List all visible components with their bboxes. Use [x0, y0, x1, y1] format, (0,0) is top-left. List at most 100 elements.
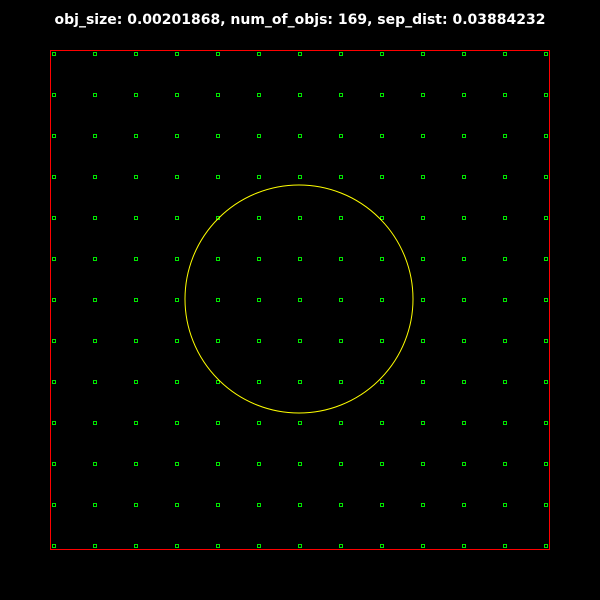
object-marker	[380, 544, 384, 548]
object-marker	[462, 52, 466, 56]
object-marker	[421, 421, 425, 425]
object-marker	[339, 175, 343, 179]
object-marker	[257, 93, 261, 97]
object-marker	[380, 52, 384, 56]
object-marker	[380, 462, 384, 466]
object-marker	[462, 216, 466, 220]
object-grid	[52, 52, 548, 548]
object-marker	[503, 462, 507, 466]
object-marker	[257, 421, 261, 425]
object-marker	[503, 503, 507, 507]
object-marker	[421, 257, 425, 261]
object-marker	[52, 380, 56, 384]
object-marker	[175, 175, 179, 179]
object-marker	[93, 175, 97, 179]
object-marker	[93, 134, 97, 138]
object-marker	[93, 298, 97, 302]
object-marker	[421, 298, 425, 302]
object-marker	[175, 339, 179, 343]
object-marker	[52, 544, 56, 548]
object-marker	[52, 175, 56, 179]
object-marker	[298, 421, 302, 425]
object-marker	[544, 257, 548, 261]
object-marker	[544, 380, 548, 384]
object-marker	[503, 52, 507, 56]
object-marker	[544, 134, 548, 138]
object-marker	[544, 52, 548, 56]
object-marker	[175, 421, 179, 425]
object-marker	[298, 503, 302, 507]
object-marker	[134, 421, 138, 425]
object-marker	[380, 503, 384, 507]
object-marker	[298, 257, 302, 261]
object-marker	[298, 93, 302, 97]
object-marker	[175, 298, 179, 302]
object-marker	[339, 503, 343, 507]
object-marker	[93, 462, 97, 466]
object-marker	[134, 93, 138, 97]
object-marker	[421, 380, 425, 384]
object-marker	[462, 134, 466, 138]
object-marker	[93, 503, 97, 507]
object-marker	[544, 216, 548, 220]
object-marker	[93, 93, 97, 97]
object-marker	[339, 52, 343, 56]
object-marker	[462, 544, 466, 548]
object-marker	[257, 380, 261, 384]
object-marker	[134, 503, 138, 507]
object-marker	[134, 175, 138, 179]
object-marker	[216, 52, 220, 56]
object-marker	[257, 175, 261, 179]
object-marker	[93, 257, 97, 261]
object-marker	[298, 339, 302, 343]
object-marker	[421, 462, 425, 466]
object-marker	[503, 257, 507, 261]
object-marker	[93, 339, 97, 343]
object-marker	[339, 380, 343, 384]
object-marker	[339, 257, 343, 261]
object-marker	[544, 175, 548, 179]
object-marker	[380, 339, 384, 343]
object-marker	[462, 421, 466, 425]
object-marker	[93, 52, 97, 56]
object-marker	[421, 52, 425, 56]
object-marker	[216, 544, 220, 548]
object-marker	[462, 298, 466, 302]
object-marker	[216, 257, 220, 261]
object-marker	[93, 216, 97, 220]
object-marker	[503, 93, 507, 97]
object-marker	[544, 462, 548, 466]
object-marker	[339, 462, 343, 466]
object-marker	[175, 134, 179, 138]
object-marker	[421, 216, 425, 220]
object-marker	[257, 298, 261, 302]
object-marker	[380, 134, 384, 138]
object-marker	[462, 339, 466, 343]
object-marker	[339, 544, 343, 548]
object-marker	[503, 298, 507, 302]
object-marker	[52, 52, 56, 56]
object-marker	[462, 380, 466, 384]
object-marker	[421, 544, 425, 548]
object-marker	[544, 544, 548, 548]
object-marker	[175, 52, 179, 56]
object-marker	[380, 175, 384, 179]
object-marker	[175, 93, 179, 97]
object-marker	[52, 462, 56, 466]
object-marker	[421, 134, 425, 138]
object-marker	[380, 93, 384, 97]
object-marker	[216, 93, 220, 97]
object-marker	[52, 93, 56, 97]
object-marker	[339, 93, 343, 97]
object-marker	[380, 380, 384, 384]
object-marker	[503, 421, 507, 425]
object-marker	[298, 175, 302, 179]
object-marker	[339, 339, 343, 343]
object-marker	[503, 544, 507, 548]
object-marker	[257, 134, 261, 138]
object-marker	[134, 380, 138, 384]
simulation-canvas	[50, 50, 550, 550]
object-marker	[134, 216, 138, 220]
object-marker	[421, 175, 425, 179]
object-marker	[175, 503, 179, 507]
